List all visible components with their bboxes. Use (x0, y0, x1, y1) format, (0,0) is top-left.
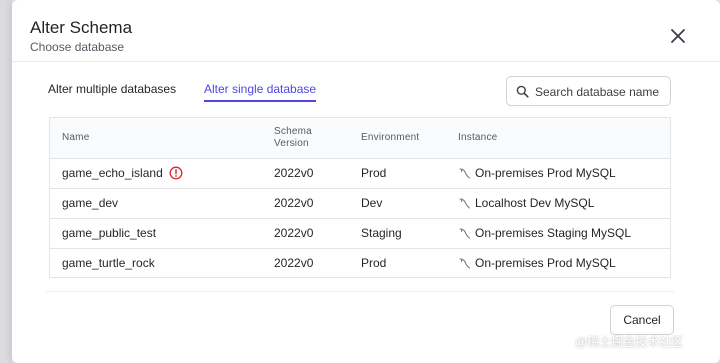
watermark: @稀土掘金技术社区 (575, 333, 683, 350)
backdrop (0, 0, 12, 363)
warning-icon (169, 166, 183, 180)
instance-name: Localhost Dev MySQL (475, 196, 595, 210)
search-input[interactable] (535, 83, 665, 101)
table-row[interactable]: game_public_test 2022v0 Staging On-premi… (50, 218, 670, 249)
close-icon (671, 29, 685, 43)
mysql-icon (459, 198, 470, 208)
environment: Dev (349, 188, 446, 219)
table-row[interactable]: game_dev 2022v0 Dev Localhost Dev MySQL (50, 188, 670, 219)
column-header-instance: Instance (446, 118, 670, 159)
schema-version: 2022v0 (262, 188, 349, 219)
column-header-name: Name (50, 118, 262, 159)
schema-version: 2022v0 (274, 256, 314, 271)
mysql-icon (459, 228, 470, 238)
database-name-cell: game_public_test (50, 218, 262, 249)
instance-cell: On-premises Staging MySQL (446, 218, 670, 249)
alter-schema-dialog: Alter Schema Choose database Alter multi… (12, 0, 720, 363)
database-name-cell: game_dev (50, 188, 262, 219)
instance-cell: On-premises Prod MySQL (446, 158, 670, 189)
mysql-icon (459, 258, 470, 269)
footer-divider (46, 291, 674, 292)
environment: Prod (361, 256, 387, 271)
environment: Prod (349, 158, 446, 189)
schema-version: 2022v0 (262, 218, 349, 249)
table-row[interactable]: game_turtle_rock 2022v0 Prod On-premises… (50, 248, 670, 278)
instance-cell: On-premises Prod MySQL (446, 248, 670, 278)
column-header-environment: Environment (349, 118, 446, 159)
tab-alter-multiple-databases[interactable]: Alter multiple databases (48, 82, 176, 100)
mysql-icon (459, 168, 470, 178)
instance-name: On-premises Staging MySQL (475, 226, 632, 240)
database-name-cell: game_turtle_rock (50, 248, 262, 278)
column-header-schema-version: Schema Version (262, 118, 349, 159)
search-icon (516, 85, 529, 98)
environment: Staging (349, 218, 446, 249)
instance-name: On-premises Prod MySQL (475, 256, 616, 271)
database-name-cell: game_echo_island (50, 158, 262, 189)
tab-alter-single-database[interactable]: Alter single database (204, 82, 317, 102)
instance-cell: Localhost Dev MySQL (446, 188, 670, 219)
close-button[interactable] (666, 24, 690, 48)
search-box[interactable] (506, 76, 671, 106)
table-header-row: Name Schema Version Environment Instance (50, 118, 670, 159)
table-row[interactable]: game_echo_island 2022v0 Prod On-premises… (50, 158, 670, 189)
database-table: Name Schema Version Environment Instance… (49, 117, 671, 278)
database-name: game_public_test (62, 226, 157, 240)
instance-name: On-premises Prod MySQL (475, 166, 616, 180)
dialog-subtitle: Choose database (30, 40, 125, 54)
watermark-text: @稀土掘金技术社区 (575, 335, 684, 349)
dialog-title: Alter Schema (30, 18, 133, 37)
database-name: game_echo_island (62, 166, 163, 180)
database-name: game_turtle_rock (62, 256, 155, 271)
dialog-header: Alter Schema Choose database (12, 0, 720, 62)
cancel-button[interactable]: Cancel (610, 305, 674, 335)
database-name: game_dev (62, 196, 119, 210)
schema-version: 2022v0 (262, 158, 349, 189)
